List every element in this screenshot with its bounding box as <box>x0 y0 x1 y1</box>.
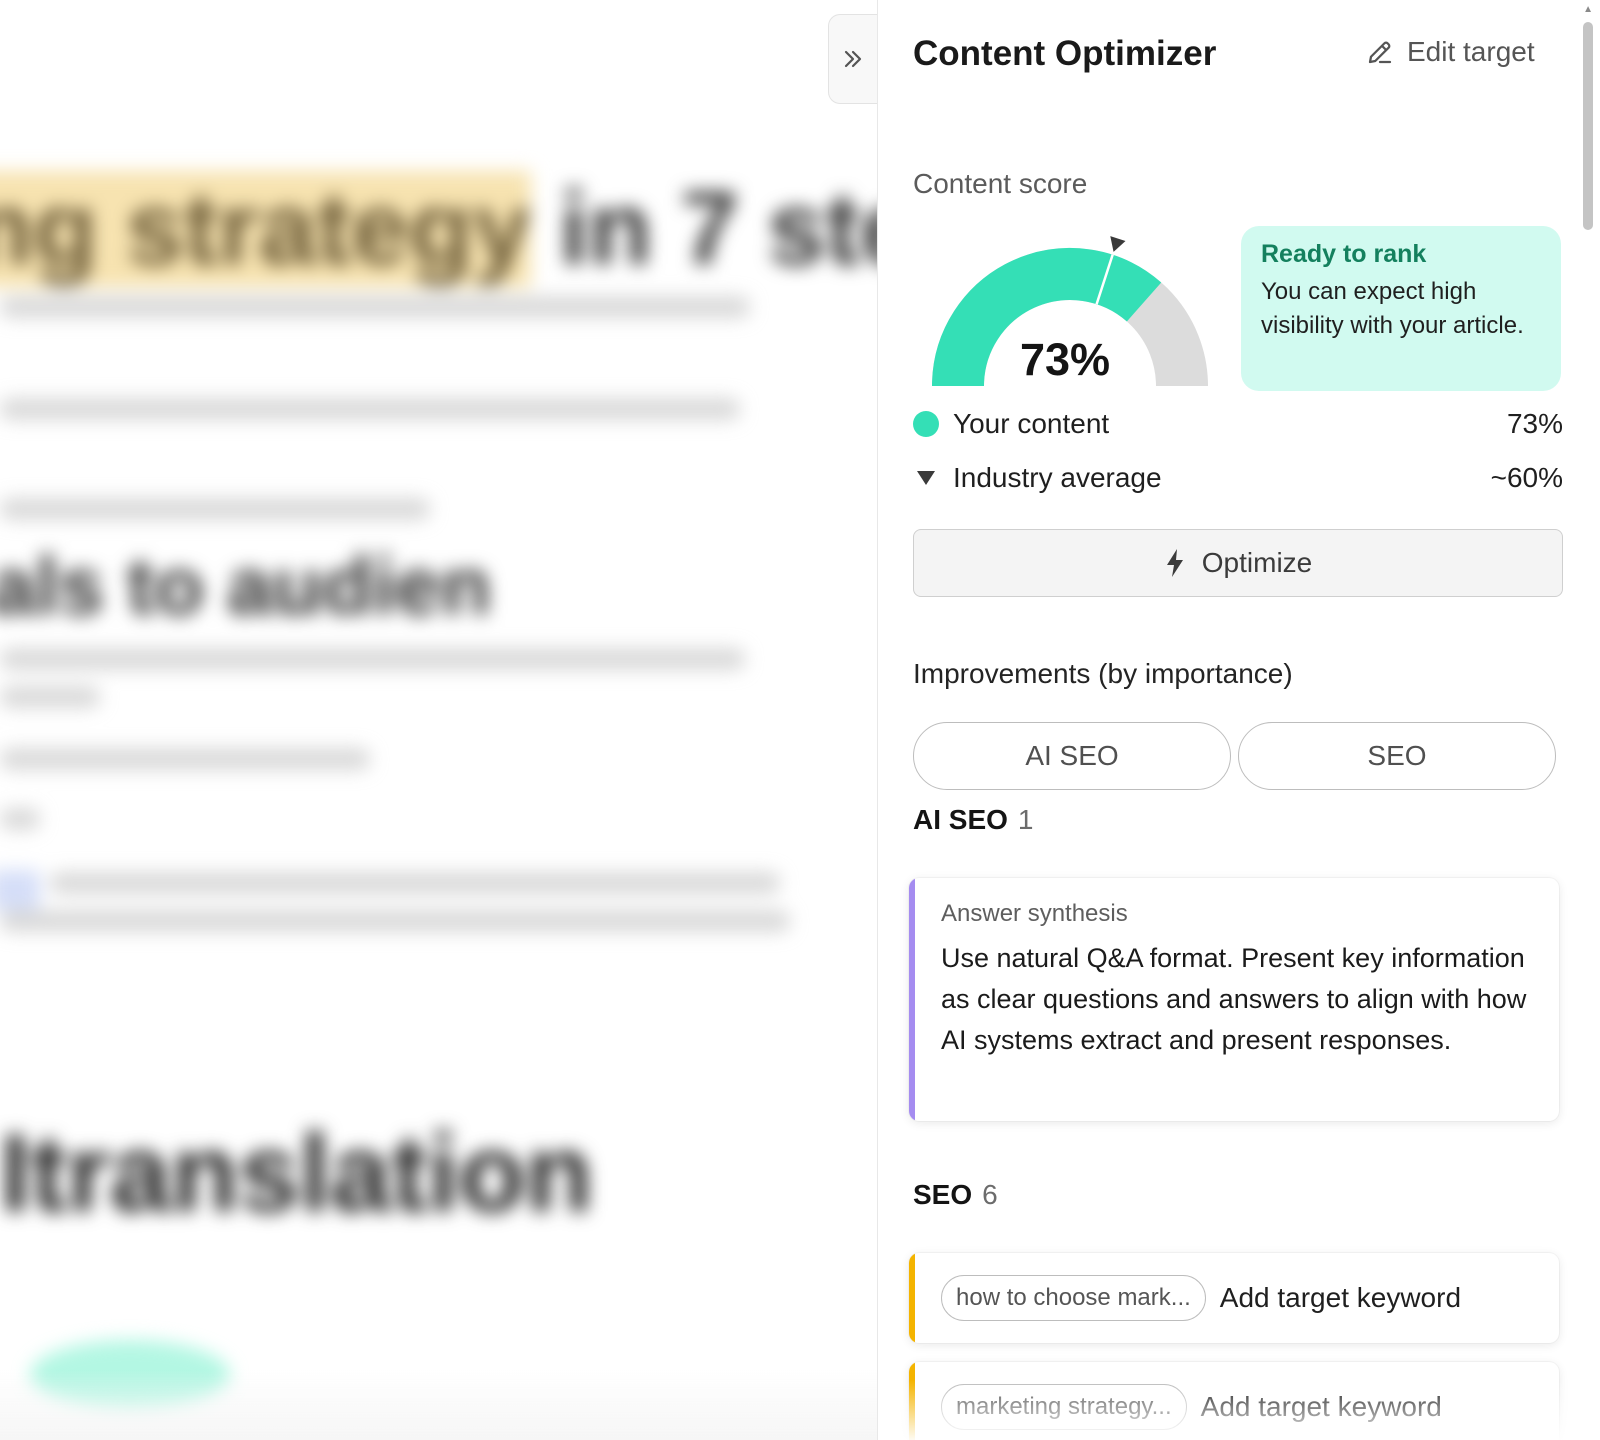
add-target-keyword-link[interactable]: Add target keyword <box>1201 1391 1442 1423</box>
card-accent <box>909 1253 915 1343</box>
double-chevron-right-icon <box>844 50 862 68</box>
industry-average-marker <box>1110 236 1126 252</box>
seo-count: 6 <box>982 1179 998 1210</box>
content-optimizer-panel: ▲ Content Optimizer Edit target Content … <box>877 0 1600 1440</box>
collapse-panel-button[interactable] <box>828 14 877 104</box>
tab-ai-seo[interactable]: AI SEO <box>913 722 1231 790</box>
answer-synthesis-card[interactable]: Answer synthesis Use natural Q&A format.… <box>909 878 1559 1121</box>
your-content-dot <box>913 411 939 437</box>
keyword-chip[interactable]: marketing strategy... <box>941 1384 1187 1430</box>
article-heading-2: als to audien <box>0 541 492 632</box>
seo-keyword-card[interactable]: marketing strategy... Add target keyword <box>909 1362 1559 1440</box>
content-score-label: Content score <box>913 168 1088 199</box>
ai-seo-count: 1 <box>1017 804 1034 835</box>
ai-seo-title: AI SEO <box>913 804 1008 835</box>
legend-your-content: Your content 73% <box>913 406 1563 442</box>
keyword-chip[interactable]: how to choose mark... <box>941 1275 1206 1321</box>
seo-title: SEO <box>913 1179 973 1210</box>
card-accent <box>909 878 915 1121</box>
legend-label: Your content <box>953 408 1110 439</box>
scroll-up-arrow[interactable]: ▲ <box>1583 4 1593 15</box>
legend-value: 73% <box>1506 408 1563 439</box>
ready-title: Ready to rank <box>1261 240 1427 268</box>
editor-area: ng strategy in 7 steps als to audien Itr… <box>0 0 880 1440</box>
panel-title: Content Optimizer <box>913 34 1217 73</box>
edit-target-button[interactable]: Edit target <box>1365 36 1535 68</box>
article-heading-3: Itranslation <box>0 1112 593 1235</box>
legend-value: ~60% <box>1490 462 1563 493</box>
edit-target-label: Edit target <box>1407 36 1535 67</box>
card-label: Answer synthesis <box>941 900 1128 927</box>
pencil-icon <box>1368 41 1392 64</box>
lightning-icon <box>1166 549 1183 577</box>
optimize-label: Optimize <box>1201 547 1313 578</box>
triangle-down-icon <box>913 470 939 486</box>
tab-seo[interactable]: SEO <box>1238 722 1556 790</box>
ai-seo-section-header: AI SEO 1 <box>913 804 1034 836</box>
add-target-keyword-link[interactable]: Add target keyword <box>1220 1282 1461 1314</box>
optimize-button[interactable]: Optimize <box>913 529 1563 597</box>
seo-keyword-card[interactable]: how to choose mark... Add target keyword <box>909 1253 1559 1343</box>
ready-to-rank-box: Ready to rank You can expect high visibi… <box>1241 226 1561 391</box>
card-text: Use natural Q&A format. Present key info… <box>941 943 1527 1055</box>
improvements-title: Improvements (by importance) <box>913 658 1293 689</box>
seo-section-header: SEO 6 <box>913 1179 998 1211</box>
article-heading-1: ng strategy in 7 steps <box>0 170 880 289</box>
score-value: 73% <box>1019 334 1111 385</box>
ready-text: You can expect high visibility with your… <box>1261 278 1524 339</box>
legend-label: Industry average <box>953 462 1162 493</box>
blurred-article: ng strategy in 7 steps als to audien Itr… <box>0 0 880 1440</box>
panel-scrollbar[interactable] <box>1583 22 1593 230</box>
legend-industry-average: Industry average ~60% <box>913 460 1563 496</box>
card-accent <box>909 1362 915 1440</box>
